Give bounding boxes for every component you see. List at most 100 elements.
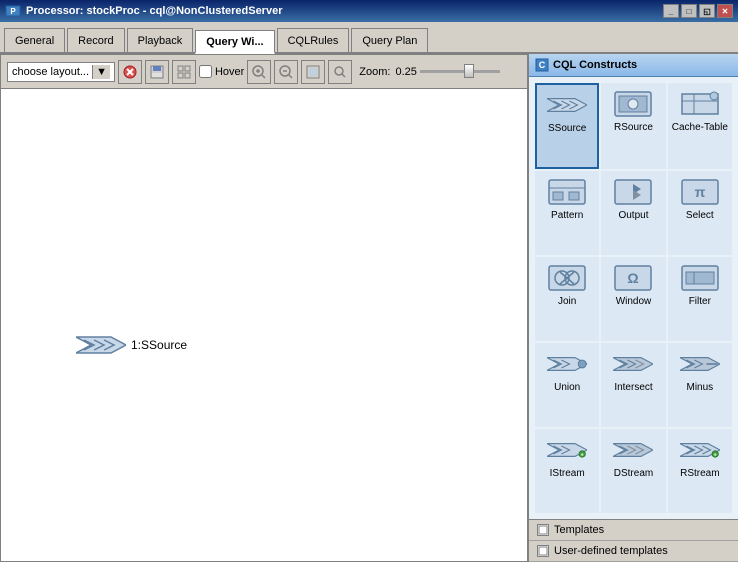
svg-text:C: C [539,60,546,70]
zoom-out-icon [278,64,294,80]
construct-rstream[interactable]: + RStream [668,429,732,513]
pattern-construct-icon [547,177,587,207]
close-button[interactable]: ✕ [717,4,733,18]
clear-button[interactable] [118,60,142,84]
zoom-out-button[interactable] [274,60,298,84]
save-icon [149,64,165,80]
construct-minus[interactable]: Minus [668,343,732,427]
zoom-track [420,70,500,73]
filter-construct-icon [680,263,720,293]
ssource-construct-icon [547,90,587,120]
zoom-in-icon [251,64,267,80]
zoom-thumb[interactable] [464,64,474,78]
construct-output[interactable]: Output [601,171,665,255]
constructs-grid: SSource RSource [529,77,738,519]
title-bar: P Processor: stockProc - cql@NonClustere… [0,0,738,22]
svg-text:π: π [694,184,705,200]
user-defined-templates-icon [537,545,549,557]
ssource-node[interactable]: 1:SSource [76,334,187,356]
templates-section: Templates User-defined templates [529,519,738,562]
ssource-node-icon [76,334,126,356]
layout-select-value: choose layout... [12,66,89,78]
title-text: Processor: stockProc - cql@NonClusteredS… [26,5,282,17]
window-construct-icon: Ω [613,263,653,293]
search-icon [332,64,348,80]
drawing-canvas[interactable]: 1:SSource [1,89,527,561]
svg-text:P: P [10,7,16,16]
intersect-label: Intersect [614,382,652,393]
search-button[interactable] [328,60,352,84]
app-icon: P [5,3,21,19]
construct-dstream[interactable]: DStream [601,429,665,513]
construct-ssource[interactable]: SSource [535,83,599,169]
dstream-construct-icon [613,435,653,465]
main-content: choose layout... ▼ [0,54,738,562]
constructs-header-icon: C [535,58,549,72]
layout-select[interactable]: choose layout... ▼ [7,62,115,82]
union-label: Union [554,382,580,393]
constructs-panel-header: C CQL Constructs [529,54,738,77]
tab-playback[interactable]: Playback [127,28,194,52]
construct-window[interactable]: Ω Window [601,257,665,341]
construct-pattern[interactable]: Pattern [535,171,599,255]
tab-general[interactable]: General [4,28,65,52]
svg-text:Ω: Ω [628,270,639,286]
pattern-label: Pattern [551,210,583,221]
construct-istream[interactable]: + IStream [535,429,599,513]
tab-record[interactable]: Record [67,28,124,52]
union-construct-icon [547,349,587,379]
tab-bar: General Record Playback Query Wi... CQLR… [0,22,738,54]
rsource-construct-icon [613,89,653,119]
restore-button[interactable]: ◱ [699,4,715,18]
istream-label: IStream [550,468,585,479]
hover-label: Hover [215,66,244,78]
canvas-area: choose layout... ▼ [0,54,528,562]
zoom-slider[interactable] [420,65,500,79]
output-label: Output [618,210,648,221]
templates-item[interactable]: Templates [529,520,738,541]
output-construct-icon [613,177,653,207]
fit-icon [305,64,321,80]
cachetable-construct-icon [680,89,720,119]
minus-construct-icon [680,349,720,379]
templates-icon [537,524,549,536]
rsource-label: RSource [614,122,653,133]
user-defined-templates-label: User-defined templates [554,545,668,557]
ssource-label: SSource [548,123,586,134]
join-construct-icon [547,263,587,293]
grid-button[interactable] [172,60,196,84]
maximize-button[interactable]: □ [681,4,697,18]
construct-intersect[interactable]: Intersect [601,343,665,427]
minus-label: Minus [686,382,713,393]
minimize-button[interactable]: _ [663,4,679,18]
user-defined-templates-item[interactable]: User-defined templates [529,541,738,562]
construct-union[interactable]: Union [535,343,599,427]
fit-button[interactable] [301,60,325,84]
zoom-in-button[interactable] [247,60,271,84]
window-controls[interactable]: _ □ ◱ ✕ [663,4,733,18]
hover-checkbox-container: Hover [199,65,244,78]
tab-querywin[interactable]: Query Wi... [195,30,274,54]
filter-label: Filter [689,296,711,307]
construct-rsource[interactable]: RSource [601,83,665,169]
cachetable-label: Cache-Table [672,122,728,133]
join-label: Join [558,296,576,307]
construct-cachetable[interactable]: Cache-Table [668,83,732,169]
rstream-construct-icon: + [680,435,720,465]
save-button[interactable] [145,60,169,84]
zoom-label: Zoom: [359,66,390,78]
clear-icon [122,64,138,80]
zoom-value: 0.25 [395,66,416,78]
construct-join[interactable]: Join [535,257,599,341]
tab-cqlrules[interactable]: CQLRules [277,28,350,52]
toolbar: choose layout... ▼ [1,55,527,89]
hover-checkbox[interactable] [199,65,212,78]
ssource-node-label: 1:SSource [131,338,187,352]
rstream-label: RStream [680,468,719,479]
construct-select[interactable]: π Select [668,171,732,255]
construct-filter[interactable]: Filter [668,257,732,341]
select-label: Select [686,210,714,221]
tab-queryplan[interactable]: Query Plan [351,28,428,52]
layout-dropdown-arrow[interactable]: ▼ [92,65,110,79]
grid-icon [176,64,192,80]
